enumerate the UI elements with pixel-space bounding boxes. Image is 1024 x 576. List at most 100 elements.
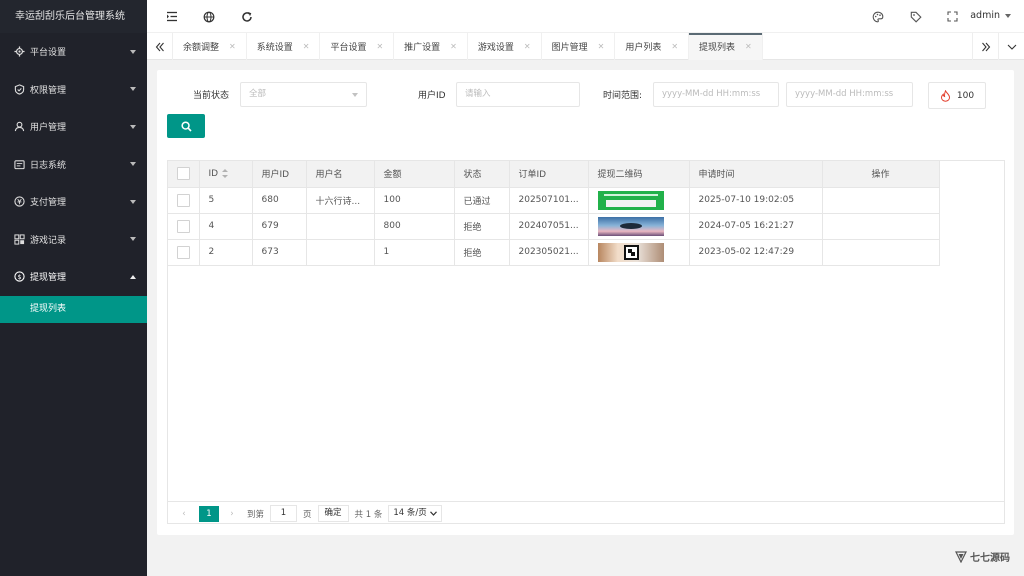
fire-count-button[interactable]: 100 [928, 82, 986, 109]
cell-username: 十六行诗... [306, 187, 375, 214]
cell-amount: 100 [374, 187, 455, 214]
cell-username [306, 213, 375, 240]
tabs-scroll-right-button[interactable] [972, 33, 998, 60]
cell-qrcode [588, 213, 690, 240]
cell-uid: 680 [252, 187, 307, 214]
qrcode-header-text [603, 193, 658, 196]
tab-label: 平台设置 [330, 43, 367, 53]
cell-uid: 673 [252, 239, 307, 266]
sidebar-item-label: 游戏记录 [30, 235, 67, 246]
row-checkbox[interactable] [176, 193, 190, 207]
page-size-select[interactable]: 14 条/页 [388, 505, 442, 522]
user-menu[interactable]: admin [970, 10, 1011, 21]
table-row: 5 680 十六行诗... 100 已通过 202507101... 2025-… [168, 187, 940, 214]
tab-platform-settings[interactable]: 平台设置 ✕ [320, 33, 395, 60]
app-title: 幸运刮刮乐后台管理系统 [0, 0, 147, 33]
fire-count: 100 [956, 90, 975, 101]
tabs-scroll-left-button[interactable] [147, 33, 173, 60]
user-icon [13, 121, 25, 133]
sidebar-item-label: 日志系统 [30, 160, 67, 171]
qrcode-thumbnail[interactable] [597, 242, 664, 262]
close-icon[interactable]: ✕ [229, 42, 236, 51]
cell-uid: 679 [252, 213, 307, 240]
table-row: 4 679 800 拒绝 202407051... 2024-07-05 16:… [168, 213, 940, 240]
goto-label: 到第 [247, 509, 265, 520]
cell-amount: 800 [374, 213, 455, 240]
cell-status: 拒绝 [454, 213, 510, 240]
fullscreen-icon[interactable] [946, 10, 959, 23]
close-icon[interactable]: ✕ [450, 42, 457, 51]
qrcode-thumbnail[interactable] [597, 190, 664, 210]
theme-icon[interactable] [871, 10, 884, 23]
status-select[interactable]: 全部 [240, 82, 367, 107]
row-checkbox[interactable] [176, 219, 190, 233]
cell-status: 拒绝 [454, 239, 510, 266]
goto-page-input[interactable]: 1 [270, 505, 298, 522]
menu-fold-icon[interactable] [165, 10, 178, 23]
cell-qrcode [588, 239, 690, 266]
tab-label: 系统设置 [256, 43, 293, 53]
close-icon[interactable]: ✕ [745, 42, 752, 51]
prev-page-icon[interactable]: ‹ [177, 509, 191, 519]
cell-order-id: 202507101... [509, 187, 589, 214]
gear-icon [13, 46, 25, 58]
uid-label: 用户ID [418, 91, 446, 101]
col-id[interactable]: ID [199, 161, 253, 188]
cell-actions [822, 213, 940, 240]
sort-icon[interactable] [222, 168, 229, 178]
sidebar-item-logs[interactable]: 日志系统 [0, 146, 147, 184]
goto-confirm-button[interactable]: 确定 [317, 505, 349, 522]
col-apply-time: 申请时间 [689, 161, 823, 188]
row-checkbox-cell [168, 213, 200, 240]
close-icon[interactable]: ✕ [671, 42, 678, 51]
tab-label: 图片管理 [551, 43, 588, 53]
col-amount: 金额 [374, 161, 455, 188]
select-all-checkbox[interactable] [176, 167, 190, 181]
watermark-icon [955, 550, 967, 563]
row-checkbox[interactable] [176, 245, 190, 259]
tab-game-settings[interactable]: 游戏设置 ✕ [468, 33, 542, 60]
next-page-icon[interactable]: › [225, 509, 239, 519]
sidebar-item-permissions[interactable]: 权限管理 [0, 71, 147, 109]
tabs-menu-button[interactable] [998, 33, 1024, 60]
sidebar-item-withdrawal-list[interactable]: 提现列表 [0, 295, 147, 323]
globe-icon[interactable] [202, 10, 215, 23]
shield-icon [13, 83, 25, 95]
page-1-button[interactable]: 1 [199, 505, 219, 522]
sidebar-item-game-records[interactable]: 游戏记录 [0, 221, 147, 259]
refresh-icon[interactable] [240, 10, 253, 23]
fire-icon [940, 89, 951, 102]
search-button[interactable] [167, 114, 205, 138]
tab-promotion-settings[interactable]: 推广设置 ✕ [394, 33, 468, 60]
tab-bar: 余额调整 ✕ 系统设置 ✕ 平台设置 ✕ 推广设置 ✕ 游戏设置 ✕ 图片管理 ✕ 用户列表… [147, 33, 1024, 60]
sidebar-item-payment[interactable]: 支付管理 [0, 183, 147, 221]
tab-withdrawal-list[interactable]: 提现列表 ✕ [689, 33, 763, 60]
sidebar-item-label: 用户管理 [30, 123, 67, 134]
tab-system-settings[interactable]: 系统设置 ✕ [247, 33, 321, 60]
sidebar-item-label: 支付管理 [30, 198, 67, 209]
cell-amount: 1 [374, 239, 455, 266]
close-icon[interactable]: ✕ [376, 42, 383, 51]
sidebar-item-platform-settings[interactable]: 平台设置 [0, 33, 147, 71]
sidebar-item-users[interactable]: 用户管理 [0, 108, 147, 146]
qrcode-thumbnail[interactable] [597, 216, 664, 236]
time-start-input[interactable]: yyyy-MM-dd HH:mm:ss [653, 82, 779, 107]
close-icon[interactable]: ✕ [303, 42, 310, 51]
chevron-down-icon [130, 124, 136, 129]
cell-qrcode [588, 187, 690, 214]
tab-user-list[interactable]: 用户列表 ✕ [615, 33, 690, 60]
chevron-down-icon [130, 237, 136, 242]
close-icon[interactable]: ✕ [524, 42, 531, 51]
cell-apply-time: 2024-07-05 16:21:27 [689, 213, 823, 240]
col-order-id: 订单ID [509, 161, 589, 188]
uid-input[interactable]: 请输入 [456, 82, 580, 107]
search-icon [180, 120, 192, 132]
sidebar-submenu: 提现列表 [0, 295, 147, 323]
close-icon[interactable]: ✕ [598, 42, 605, 51]
sidebar-item-withdrawals[interactable]: $ 提现管理 [0, 258, 147, 296]
total-count: 共 1 条 [354, 509, 383, 520]
tag-icon[interactable] [909, 10, 922, 23]
tab-image-management[interactable]: 图片管理 ✕ [542, 33, 616, 60]
time-end-input[interactable]: yyyy-MM-dd HH:mm:ss [786, 82, 913, 107]
tab-balance-adjust[interactable]: 余额调整 ✕ [173, 33, 247, 60]
